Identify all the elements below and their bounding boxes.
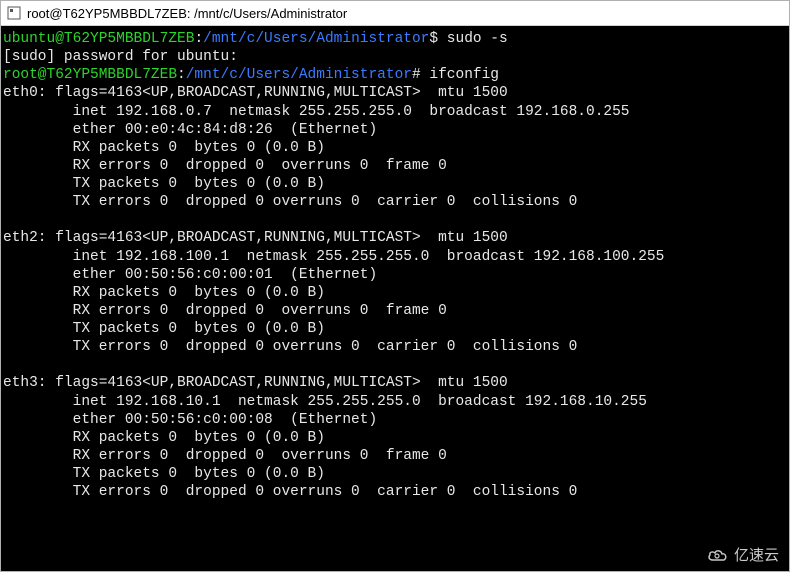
eth0-ether: ether 00:e0:4c:84:d8:26 (Ethernet)	[3, 122, 377, 138]
terminal-window: root@T62YP5MBBDL7ZEB: /mnt/c/Users/Admin…	[0, 0, 790, 572]
eth3-rx-errors: RX errors 0 dropped 0 overruns 0 frame 0	[3, 448, 447, 464]
eth2-rx-errors: RX errors 0 dropped 0 overruns 0 frame 0	[3, 303, 447, 319]
terminal-body[interactable]: ubuntu@T62YP5MBBDL7ZEB:/mnt/c/Users/Admi…	[1, 26, 789, 571]
eth2-rx-packets: RX packets 0 bytes 0 (0.0 B)	[3, 285, 325, 301]
eth2-ether: ether 00:50:56:c0:00:01 (Ethernet)	[3, 267, 377, 283]
prompt-dollar: $	[429, 31, 446, 47]
eth3-ether: ether 00:50:56:c0:00:08 (Ethernet)	[3, 412, 377, 428]
eth2-tx-errors: TX errors 0 dropped 0 overruns 0 carrier…	[3, 339, 577, 355]
prompt-colon: :	[194, 31, 203, 47]
prompt-hash: #	[412, 67, 429, 83]
prompt-user-host: ubuntu@T62YP5MBBDL7ZEB	[3, 31, 194, 47]
eth2-inet: inet 192.168.100.1 netmask 255.255.255.0…	[3, 249, 664, 265]
eth0-tx-packets: TX packets 0 bytes 0 (0.0 B)	[3, 176, 325, 192]
eth2-tx-packets: TX packets 0 bytes 0 (0.0 B)	[3, 321, 325, 337]
sudo-password-line: [sudo] password for ubuntu:	[3, 49, 238, 65]
eth3-inet: inet 192.168.10.1 netmask 255.255.255.0 …	[3, 394, 647, 410]
command-ifconfig: ifconfig	[429, 67, 499, 83]
eth3-rx-packets: RX packets 0 bytes 0 (0.0 B)	[3, 430, 325, 446]
eth0-rx-errors: RX errors 0 dropped 0 overruns 0 frame 0	[3, 158, 447, 174]
app-icon	[7, 6, 21, 20]
prompt-root-host: root@T62YP5MBBDL7ZEB	[3, 67, 177, 83]
eth3-tx-packets: TX packets 0 bytes 0 (0.0 B)	[3, 466, 325, 482]
eth0-inet: inet 192.168.0.7 netmask 255.255.255.0 b…	[3, 104, 630, 120]
window-title: root@T62YP5MBBDL7ZEB: /mnt/c/Users/Admin…	[27, 6, 347, 21]
eth3-tx-errors: TX errors 0 dropped 0 overruns 0 carrier…	[3, 484, 577, 500]
eth0-rx-packets: RX packets 0 bytes 0 (0.0 B)	[3, 140, 325, 156]
eth0-tx-errors: TX errors 0 dropped 0 overruns 0 carrier…	[3, 194, 577, 210]
prompt-path: /mnt/c/Users/Administrator	[203, 31, 429, 47]
window-titlebar[interactable]: root@T62YP5MBBDL7ZEB: /mnt/c/Users/Admin…	[1, 1, 789, 26]
command-sudo: sudo -s	[447, 31, 508, 47]
eth3-flags: eth3: flags=4163<UP,BROADCAST,RUNNING,MU…	[3, 375, 508, 391]
prompt-path: /mnt/c/Users/Administrator	[186, 67, 412, 83]
prompt-colon: :	[177, 67, 186, 83]
eth0-flags: eth0: flags=4163<UP,BROADCAST,RUNNING,MU…	[3, 85, 508, 101]
eth2-flags: eth2: flags=4163<UP,BROADCAST,RUNNING,MU…	[3, 230, 508, 246]
